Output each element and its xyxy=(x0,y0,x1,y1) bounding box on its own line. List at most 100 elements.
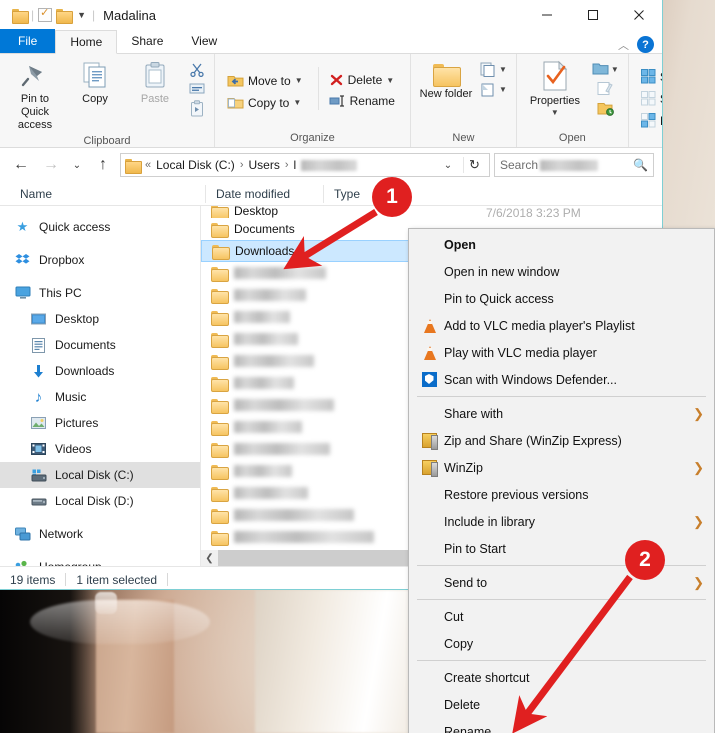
breadcrumb-local-disk-c[interactable]: Local Disk (C:) xyxy=(156,158,235,172)
new-item-icon[interactable] xyxy=(480,62,497,77)
menu-item-copy[interactable]: Copy xyxy=(409,630,714,657)
sidebar-item-dropbox[interactable]: Dropbox xyxy=(0,247,200,273)
context-menu[interactable]: Open Open in new window Pin to Quick acc… xyxy=(408,228,715,733)
address-path-field[interactable]: « Local Disk (C:) › Users › l ⌄ ↻ xyxy=(120,153,490,177)
sidebar-item-videos[interactable]: Videos xyxy=(0,436,200,462)
minimize-icon[interactable] xyxy=(524,0,570,30)
new-folder-icon[interactable] xyxy=(56,9,71,22)
search-input[interactable]: Search 🔍 xyxy=(494,153,654,177)
copy-button[interactable]: Copy xyxy=(66,57,124,109)
menu-item-winzip[interactable]: WinZip ❯ xyxy=(409,454,714,481)
sidebar-item-downloads[interactable]: Downloads xyxy=(0,358,200,384)
chevron-down-icon-6[interactable]: ▼ xyxy=(551,108,559,117)
navigation-pane[interactable]: ★ Quick access Dropbox This PC xyxy=(0,206,200,566)
sidebar-item-this-pc[interactable]: This PC xyxy=(0,280,200,306)
chevron-down-icon-7[interactable]: ▼ xyxy=(611,65,619,74)
paste-button[interactable]: Paste xyxy=(126,57,184,109)
quick-access-toolbar[interactable]: | ▼ | xyxy=(0,8,95,22)
folder-icon-redacted xyxy=(211,465,227,478)
chevron-down-icon-3[interactable]: ▼ xyxy=(386,76,394,85)
sidebar-item-local-disk-d[interactable]: Local Disk (D:) xyxy=(0,488,200,514)
sidebar-item-network[interactable]: Network xyxy=(0,521,200,547)
menu-item-pin-to-start[interactable]: Pin to Start xyxy=(409,535,714,562)
sidebar-item-pictures[interactable]: Pictures xyxy=(0,410,200,436)
copy-path-icon[interactable] xyxy=(189,82,205,95)
invert-selection-button[interactable]: Invert selection xyxy=(639,111,663,130)
menu-item-play-with-vlc[interactable]: Play with VLC media player xyxy=(409,339,714,366)
ribbon-group-label-organize: Organize xyxy=(290,132,335,147)
menu-item-add-to-vlc-playlist[interactable]: Add to VLC media player's Playlist xyxy=(409,312,714,339)
rename-button[interactable]: Rename xyxy=(327,92,400,110)
list-item-desktop[interactable]: Desktop xyxy=(201,206,662,218)
path-overflow-icon[interactable]: « xyxy=(145,159,151,171)
breadcrumb-user-prefix: l xyxy=(294,158,297,172)
menu-item-cut[interactable]: Cut xyxy=(409,603,714,630)
column-header-name[interactable]: Name xyxy=(0,185,205,203)
tab-share[interactable]: Share xyxy=(117,29,177,53)
menu-label-share-with: Share with xyxy=(444,407,503,421)
properties-checkbox-icon[interactable] xyxy=(38,8,52,22)
paste-shortcut-icon[interactable] xyxy=(190,100,204,117)
menu-item-rename[interactable]: Rename xyxy=(409,718,714,733)
chevron-down-icon-4[interactable]: ▼ xyxy=(499,65,507,74)
sidebar-label-music: Music xyxy=(55,390,86,404)
easy-access-icon[interactable] xyxy=(480,82,497,97)
tab-home[interactable]: Home xyxy=(55,30,117,54)
up-arrow-icon[interactable]: ↑ xyxy=(90,152,116,178)
chevron-down-icon-5[interactable]: ▼ xyxy=(499,85,507,94)
sidebar-item-local-disk-c[interactable]: Local Disk (C:) xyxy=(0,462,200,488)
select-none-button[interactable]: Select none xyxy=(639,89,663,108)
menu-item-include-in-library[interactable]: Include in library ❯ xyxy=(409,508,714,535)
column-header-date-modified[interactable]: Date modified xyxy=(205,185,323,203)
delete-button[interactable]: Delete ▼ xyxy=(327,71,400,89)
cut-icon[interactable] xyxy=(189,62,205,77)
copy-to-button[interactable]: Copy to ▼ xyxy=(225,93,308,112)
search-icon[interactable]: 🔍 xyxy=(633,158,648,172)
scroll-left-icon[interactable]: ❮ xyxy=(201,553,218,564)
chevron-down-icon-address[interactable]: ⌄ xyxy=(438,160,458,171)
tab-file[interactable]: File xyxy=(0,29,55,53)
sidebar-item-quick-access[interactable]: ★ Quick access xyxy=(0,214,200,240)
edit-icon[interactable] xyxy=(597,81,613,96)
recent-locations-caret-icon[interactable]: ⌄ xyxy=(68,152,86,178)
move-to-button[interactable]: Move to ▼ xyxy=(225,71,308,90)
menu-item-delete[interactable]: Delete xyxy=(409,691,714,718)
customize-caret-icon[interactable]: ▼ xyxy=(75,10,88,20)
select-all-button[interactable]: Select all xyxy=(639,67,663,86)
menu-item-open-in-new-window[interactable]: Open in new window xyxy=(409,258,714,285)
file-name-downloads: Downloads xyxy=(235,244,294,258)
menu-item-scan-with-defender[interactable]: Scan with Windows Defender... xyxy=(409,366,714,393)
refresh-icon[interactable]: ↻ xyxy=(463,157,485,173)
menu-item-pin-to-quick-access[interactable]: Pin to Quick access xyxy=(409,285,714,312)
sidebar-item-documents[interactable]: Documents xyxy=(0,332,200,358)
back-arrow-icon[interactable]: ← xyxy=(8,152,34,178)
menu-item-restore-previous-versions[interactable]: Restore previous versions xyxy=(409,481,714,508)
new-folder-button[interactable]: New folder xyxy=(417,57,475,104)
folder-icon-redacted xyxy=(211,531,227,544)
menu-label-cut: Cut xyxy=(444,610,463,624)
sidebar-item-homegroup[interactable]: Homegroup xyxy=(0,554,200,566)
help-button[interactable]: ? xyxy=(637,36,654,53)
menu-item-zip-and-share[interactable]: Zip and Share (WinZip Express) xyxy=(409,427,714,454)
open-icon[interactable] xyxy=(592,62,609,76)
chevron-up-icon[interactable]: ︿ xyxy=(618,37,629,53)
chevron-down-icon-2[interactable]: ▼ xyxy=(293,98,301,107)
menu-item-open[interactable]: Open xyxy=(409,231,714,258)
maximize-icon[interactable] xyxy=(570,0,616,30)
ribbon-group-new: New folder ▼ xyxy=(411,54,517,147)
sidebar-item-desktop[interactable]: Desktop xyxy=(0,306,200,332)
forward-arrow-icon[interactable]: → xyxy=(38,152,64,178)
tab-view[interactable]: View xyxy=(177,29,231,53)
pin-to-quick-access-button[interactable]: Pin to Quick access xyxy=(6,57,64,135)
sidebar-item-music[interactable]: ♪ Music xyxy=(0,384,200,410)
history-icon[interactable] xyxy=(597,101,614,116)
menu-item-create-shortcut[interactable]: Create shortcut xyxy=(409,664,714,691)
close-icon[interactable] xyxy=(616,0,662,30)
ribbon: Pin to Quick access Copy xyxy=(0,54,662,148)
redacted-file-name xyxy=(234,311,290,323)
chevron-down-icon[interactable]: ▼ xyxy=(295,76,303,85)
properties-button[interactable]: Properties ▼ xyxy=(523,57,587,120)
breadcrumb-users[interactable]: Users xyxy=(248,158,279,172)
menu-item-share-with[interactable]: Share with ❯ xyxy=(409,400,714,427)
menu-item-send-to[interactable]: Send to ❯ xyxy=(409,569,714,596)
